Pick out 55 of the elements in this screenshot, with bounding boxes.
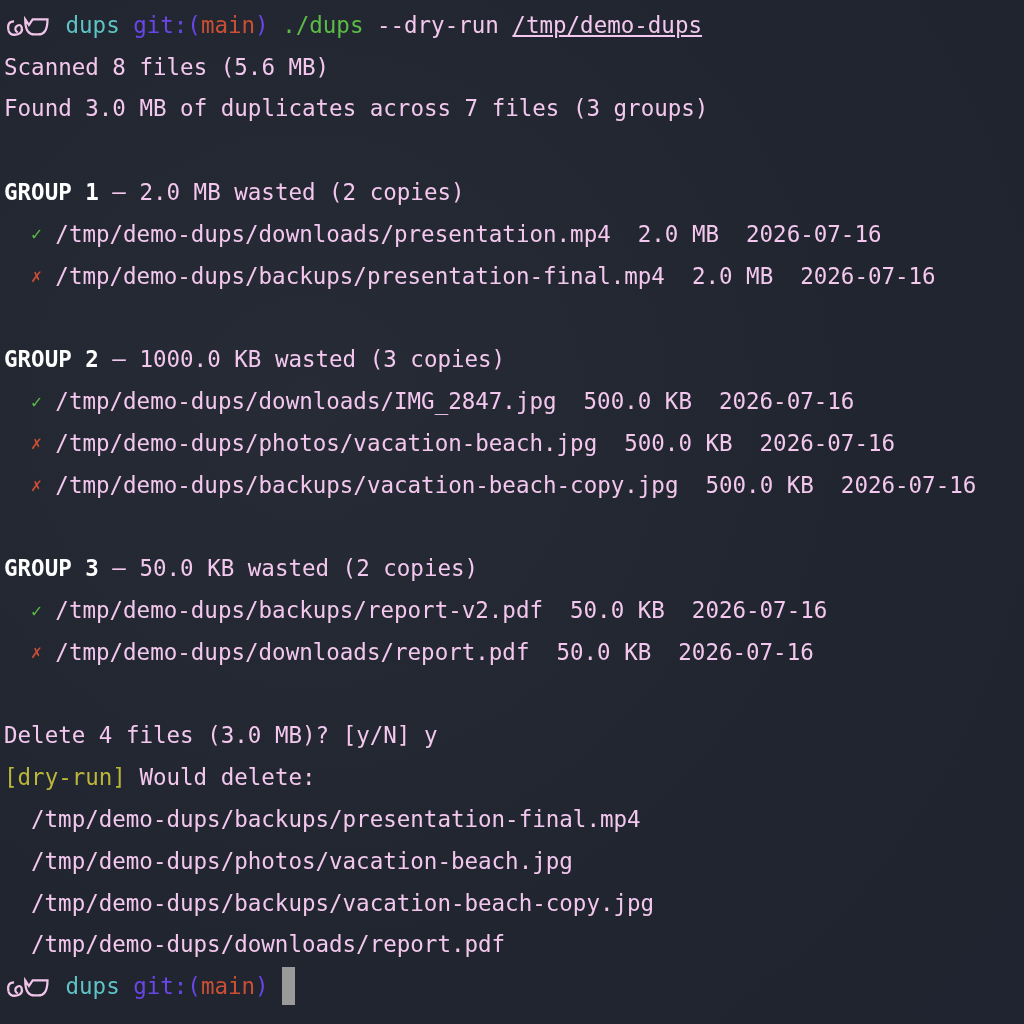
cross-mark: ✗ [31,641,42,663]
command-name: ./dups [282,11,364,38]
summary-text: Scanned 8 files (5.6 MB) [4,53,330,80]
git-label: git:( [133,973,201,1000]
file-date: 2026-07-16 [746,220,882,247]
cross-mark: ✗ [31,432,42,454]
delete-path: /tmp/demo-dups/backups/vacation-beach-copy.jpg [31,889,655,916]
group-detail: – 1000.0 KB wasted (3 copies) [112,346,506,373]
file-path: /tmp/demo-dups/backups/presentation-final.mp4 [55,262,665,289]
delete-path: /tmp/demo-dups/photos/vacation-beach.jpg [31,847,573,874]
group-label: GROUP 2 [4,346,99,373]
branch-name: main [200,973,256,1000]
check-mark: ✓ [31,223,42,245]
group-label: GROUP 3 [4,555,99,582]
git-label-end: ) [255,11,269,38]
file-path: /tmp/demo-dups/photos/vacation-beach.jpg [55,429,598,456]
file-path: /tmp/demo-dups/backups/vacation-beach-copy.jpg [55,471,679,498]
text-cursor [282,967,296,1006]
check-mark: ✓ [31,390,42,412]
file-size: 500.0 KB [583,388,692,415]
dry-run-tag: [dry-run] [4,764,126,791]
group-detail: – 50.0 KB wasted (2 copies) [112,555,479,582]
summary-text: Found 3.0 MB of duplicates across 7 files (3 groups) [4,95,709,122]
file-date: 2026-07-16 [718,388,855,415]
file-path: /tmp/demo-dups/backups/report-v2.pdf [55,597,543,624]
group-detail: – 2.0 MB wasted (2 copies) [112,179,465,206]
delete-path: /tmp/demo-dups/downloads/report.pdf [31,931,506,958]
file-date: 2026-07-16 [759,429,896,456]
file-size: 2.0 MB [691,262,774,289]
group-label: GROUP 1 [4,179,99,206]
file-path: /tmp/demo-dups/downloads/IMG_2847.jpg [55,388,557,415]
command-option: --dry-run [376,11,499,38]
file-size: 50.0 KB [556,638,652,665]
file-size: 500.0 KB [624,429,733,456]
file-size: 50.0 KB [570,597,665,624]
confirm-prompt: Delete 4 files (3.0 MB)? [y/N] y [4,722,438,749]
cross-mark: ✗ [31,474,42,496]
dry-run-message: Would delete: [139,764,316,791]
git-label-end: ) [255,973,269,1000]
command-path: /tmp/demo-dups [512,11,702,38]
directory-name: dups [65,973,120,1000]
file-size: 2.0 MB [637,220,720,247]
directory-name: dups [65,11,120,38]
file-date: 2026-07-16 [840,471,977,498]
file-path: /tmp/demo-dups/downloads/presentation.mp4 [55,220,611,247]
cross-mark: ✗ [31,265,42,287]
file-date: 2026-07-16 [800,262,936,289]
git-label: git:( [133,11,201,38]
check-mark: ✓ [31,599,42,621]
delete-path: /tmp/demo-dups/backups/presentation-final.mp4 [31,806,641,833]
file-size: 500.0 KB [705,471,814,498]
file-path: /tmp/demo-dups/downloads/report.pdf [55,638,530,665]
file-date: 2026-07-16 [678,638,814,665]
file-date: 2026-07-16 [691,597,828,624]
branch-name: main [200,11,256,38]
